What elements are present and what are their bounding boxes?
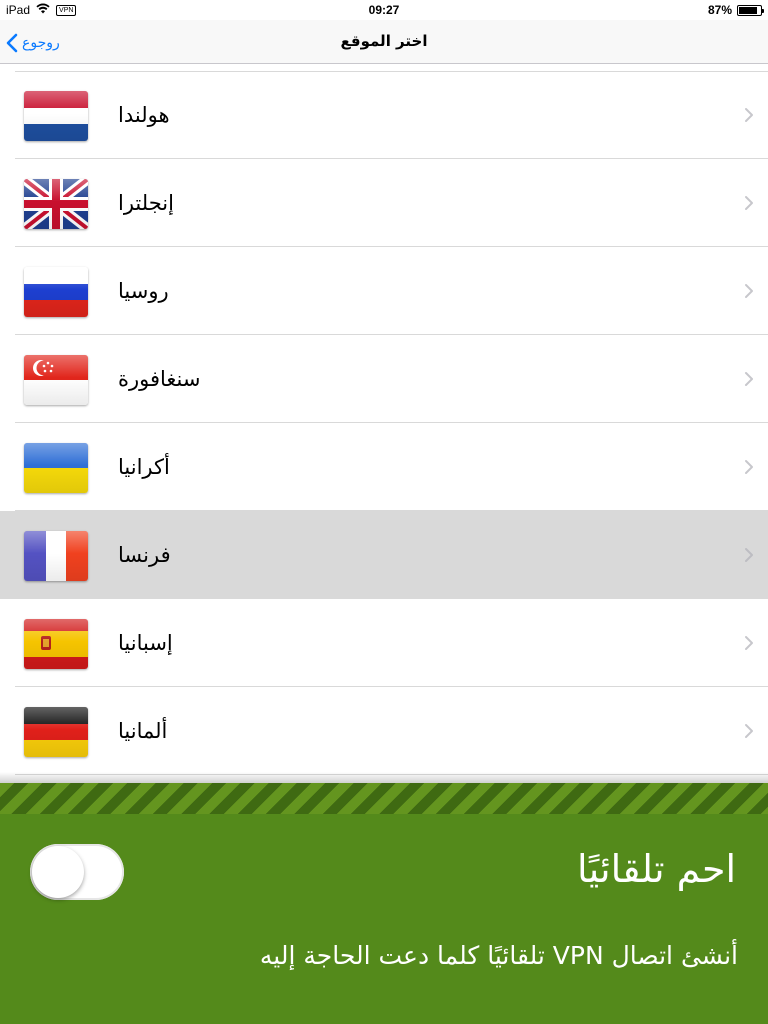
chevron-right-icon bbox=[745, 196, 753, 210]
chevron-right-icon bbox=[745, 460, 753, 474]
country-name: ألمانيا bbox=[118, 719, 168, 743]
spain-flag-icon bbox=[24, 619, 88, 669]
status-right: 87% bbox=[707, 3, 764, 17]
chevron-right-icon bbox=[745, 548, 753, 562]
country-name: روسيا bbox=[118, 279, 169, 303]
panel-stripes bbox=[0, 783, 768, 814]
battery-percent: 87% bbox=[707, 3, 732, 17]
status-time: 09:27 bbox=[368, 3, 400, 17]
auto-protect-toggle[interactable] bbox=[30, 844, 124, 900]
netherlands-flag-icon bbox=[24, 91, 88, 141]
country-row-selected[interactable]: فرنسا bbox=[0, 511, 768, 599]
country-row[interactable]: روسيا bbox=[0, 247, 768, 335]
country-name: إسبانيا bbox=[118, 631, 173, 655]
uk-flag-icon bbox=[24, 179, 88, 229]
country-name: هولندا bbox=[118, 103, 170, 127]
country-row[interactable]: هولندا bbox=[0, 71, 768, 159]
country-name: إنجلترا bbox=[118, 191, 174, 215]
ukraine-flag-icon bbox=[24, 443, 88, 493]
auto-protect-title: احم تلقائيًا bbox=[577, 847, 736, 891]
singapore-flag-icon bbox=[24, 355, 88, 405]
auto-protect-description: أنشئ اتصال VPN تلقائيًا كلما دعت الحاجة … bbox=[259, 941, 738, 970]
chevron-right-icon bbox=[745, 372, 753, 386]
country-name: أكرانيا bbox=[118, 455, 170, 479]
status-bar: iPad VPN 09:27 87% bbox=[0, 0, 768, 20]
country-name: سنغافورة bbox=[118, 367, 201, 391]
country-list: هولندا إنجلترا روسيا سنغافورة أكرانيا فر… bbox=[0, 71, 768, 775]
chevron-right-icon bbox=[745, 724, 753, 738]
panel-shadow bbox=[0, 772, 768, 783]
country-row[interactable]: سنغافورة bbox=[0, 335, 768, 423]
chevron-right-icon bbox=[745, 636, 753, 650]
country-row[interactable]: ألمانيا bbox=[0, 687, 768, 775]
france-flag-icon bbox=[24, 531, 88, 581]
country-row[interactable]: إنجلترا bbox=[0, 159, 768, 247]
country-row[interactable]: أكرانيا bbox=[0, 423, 768, 511]
country-name: فرنسا bbox=[118, 543, 171, 567]
chevron-right-icon bbox=[745, 284, 753, 298]
germany-flag-icon bbox=[24, 707, 88, 757]
navigation-bar: روجوع اختر الموقع bbox=[0, 20, 768, 64]
battery-icon bbox=[737, 4, 764, 16]
auto-protect-panel: احم تلقائيًا أنشئ اتصال VPN تلقائيًا كلم… bbox=[0, 783, 768, 1024]
page-title: اختر الموقع bbox=[340, 32, 428, 50]
chevron-right-icon bbox=[745, 108, 753, 122]
russia-flag-icon bbox=[24, 267, 88, 317]
country-row[interactable]: إسبانيا bbox=[0, 599, 768, 687]
toggle-knob bbox=[32, 846, 84, 898]
